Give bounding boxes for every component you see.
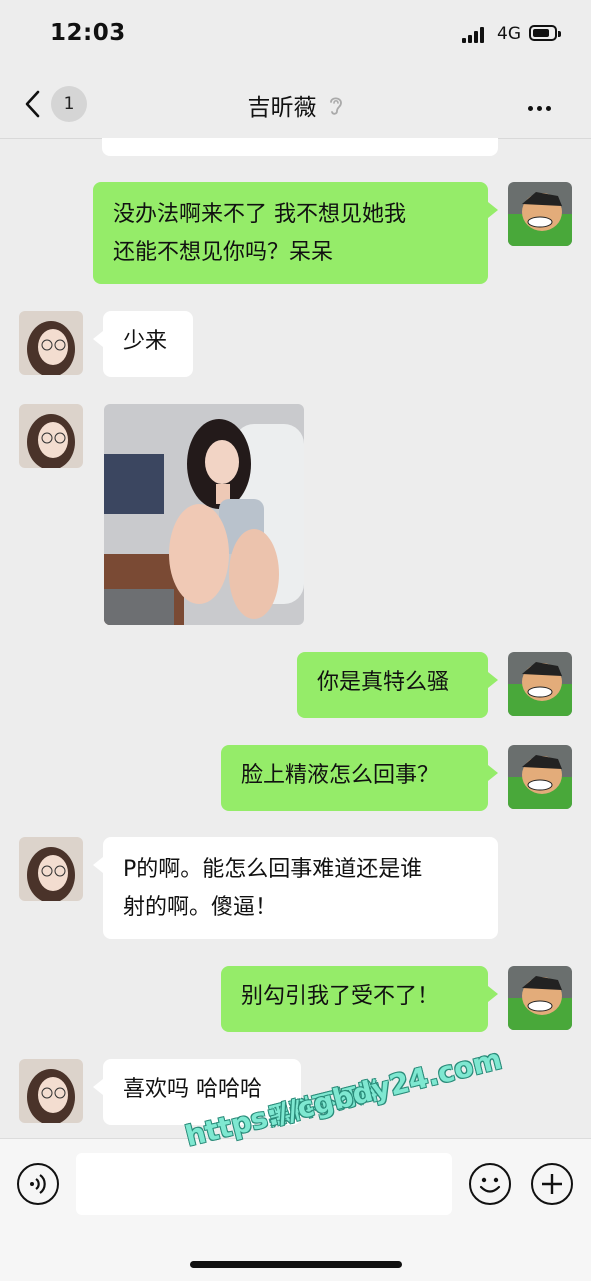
photo-of-girl-in-chair-icon (104, 404, 304, 625)
contact-avatar[interactable] (19, 837, 83, 901)
earpiece-icon (329, 97, 342, 115)
previous-message-bubble[interactable] (102, 138, 498, 156)
emoji-button[interactable] (469, 1163, 511, 1205)
message-bubble-sent[interactable]: 你是真特么骚 (297, 652, 498, 718)
message-text: 还能不想见你吗？呆呆 (113, 240, 334, 265)
message-text: P的啊。能怎么回事难道还是谁 (123, 857, 423, 882)
more-functions-button[interactable] (531, 1163, 573, 1205)
status-time: 12:03 (50, 20, 126, 46)
network-type: 4G (497, 24, 521, 44)
my-avatar[interactable] (508, 966, 572, 1030)
emoji-icon (479, 1177, 501, 1193)
message-text: 射的啊。傻逼！ (123, 895, 278, 920)
my-avatar[interactable] (508, 182, 572, 246)
message-image[interactable] (104, 404, 304, 625)
message-bubble-sent[interactable]: 别勾引我了受不了！ (221, 966, 498, 1032)
contact-avatar[interactable] (19, 1059, 83, 1123)
battery-icon (529, 25, 561, 41)
my-avatar[interactable] (508, 745, 572, 809)
message-input[interactable] (76, 1153, 452, 1215)
plus-icon (542, 1174, 562, 1194)
voice-button[interactable] (17, 1163, 59, 1205)
message-bubble-sent[interactable]: 没办法啊来不了 我不想见她我 还能不想见你吗？呆呆 (93, 182, 498, 284)
status-bar: 12:03 4G (0, 0, 591, 70)
contact-avatar[interactable] (19, 311, 83, 375)
chat-title: 吉昕薇 (247, 95, 317, 121)
more-button[interactable] (528, 96, 564, 111)
contact-avatar[interactable] (19, 404, 83, 468)
message-bubble-sent[interactable]: 脸上精液怎么回事？ (221, 745, 498, 811)
input-toolbar (0, 1138, 591, 1281)
message-bubble-received[interactable]: P的啊。能怎么回事难道还是谁 射的啊。傻逼！ (93, 837, 498, 939)
chat-header: 1 吉昕薇 (0, 70, 591, 139)
message-bubble-received[interactable]: 少来 (93, 311, 193, 377)
voice-icon (30, 1174, 46, 1194)
my-avatar[interactable] (508, 652, 572, 716)
home-indicator[interactable] (190, 1261, 402, 1268)
signal-icon (462, 27, 484, 43)
message-text: 没办法啊来不了 我不想见她我 (113, 202, 406, 227)
